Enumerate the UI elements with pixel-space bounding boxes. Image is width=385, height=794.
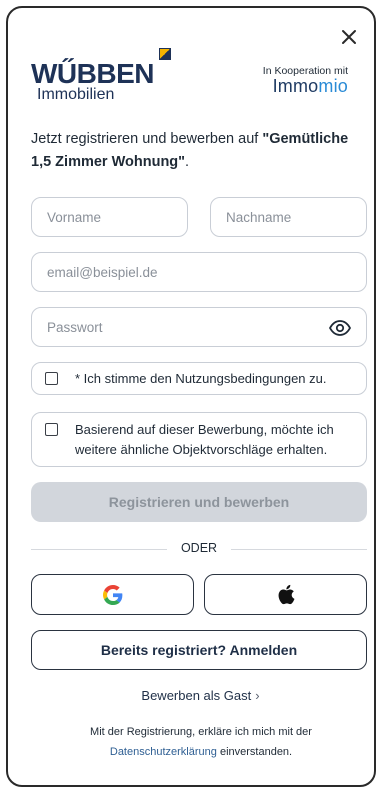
first-name-input[interactable] bbox=[47, 209, 172, 225]
privacy-policy-link[interactable]: Datenschutzerklärung bbox=[110, 746, 217, 758]
brand-logo: WŰBBEN Immobilien bbox=[31, 48, 176, 106]
divider-text: ODER bbox=[180, 541, 218, 555]
apple-icon bbox=[278, 584, 294, 605]
password-input[interactable] bbox=[47, 319, 351, 335]
terms-label: * Ich stimme den Nutzungsbedingungen zu. bbox=[75, 371, 327, 386]
legal-notice: Mit der Registrierung, erkläre ich mich … bbox=[90, 726, 312, 758]
eye-icon[interactable] bbox=[328, 318, 352, 338]
logo-square-icon bbox=[159, 48, 171, 60]
email-input[interactable] bbox=[47, 264, 351, 280]
intro-text: Jetzt registrieren und bewerben auf "Gem… bbox=[31, 131, 349, 170]
google-login-button[interactable] bbox=[31, 574, 194, 615]
chevron-right-icon: › bbox=[255, 688, 260, 703]
registration-modal: WŰBBEN Immobilien In Kooperation mit Imm… bbox=[6, 6, 376, 787]
suggestions-checkbox[interactable] bbox=[45, 423, 58, 436]
apple-login-button[interactable] bbox=[204, 574, 367, 615]
already-registered-login-button[interactable]: Bereits registriert? Anmelden bbox=[31, 630, 367, 670]
apply-as-guest-link[interactable]: Bewerben als Gast › bbox=[8, 688, 385, 703]
register-apply-button[interactable]: Registrieren und bewerben bbox=[31, 482, 367, 522]
suggestions-checkbox-row[interactable]: Basierend auf dieser Bewerbung, möchte i… bbox=[31, 412, 367, 467]
google-icon bbox=[102, 584, 122, 605]
password-field[interactable] bbox=[31, 307, 367, 347]
partner-logo: Immomio bbox=[272, 76, 348, 96]
terms-checkbox-row[interactable]: * Ich stimme den Nutzungsbedingungen zu. bbox=[31, 362, 367, 395]
close-icon[interactable] bbox=[340, 28, 358, 46]
suggestions-label: Basierend auf dieser Bewerbung, möchte i… bbox=[75, 422, 334, 457]
guest-label: Bewerben als Gast bbox=[141, 688, 252, 703]
terms-checkbox[interactable] bbox=[45, 372, 58, 385]
or-divider: ODER bbox=[31, 539, 367, 559]
brand-subtitle: Immobilien bbox=[37, 86, 115, 103]
email-field[interactable] bbox=[31, 252, 367, 292]
last-name-field[interactable] bbox=[210, 197, 367, 237]
cooperation-badge: In Kooperation mit Immomio bbox=[263, 65, 348, 97]
first-name-field[interactable] bbox=[31, 197, 188, 237]
last-name-input[interactable] bbox=[226, 209, 351, 225]
